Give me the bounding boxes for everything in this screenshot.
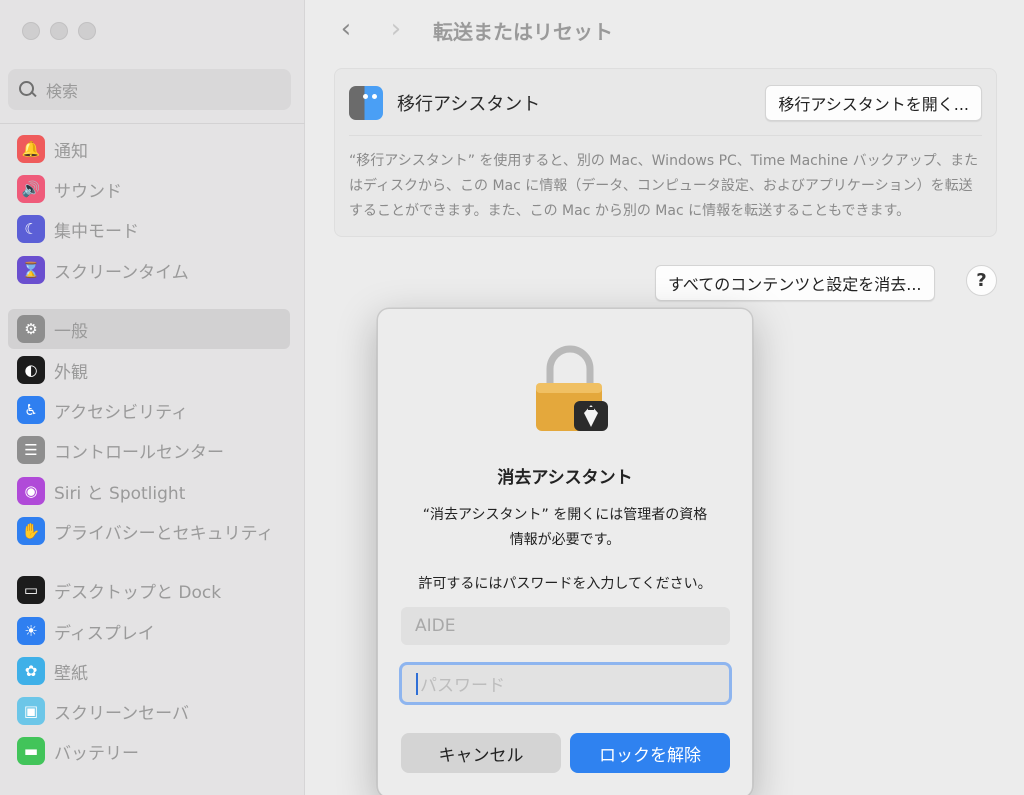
dock-icon: ▭ [17, 576, 45, 604]
sidebar-item-wallpaper[interactable]: ✿ 壁紙 [8, 651, 290, 691]
sidebar-item-privacy-security[interactable]: ✋ プライバシーとセキュリティ [8, 511, 290, 551]
sidebar-item-label: 集中モード [54, 221, 139, 242]
wallpaper-icon: ✿ [17, 657, 45, 685]
sidebar-item-label: 壁紙 [54, 663, 88, 684]
password-field[interactable]: パスワード [399, 662, 732, 705]
settings-window: 検索 🔔 通知 🔊 サウンド ☾ 集中モード ⌛ スクリーンタイム ⚙ 一般 ◐… [0, 0, 1024, 795]
sidebar-item-label: アクセシビリティ [54, 402, 189, 423]
sidebar-item-label: ディスプレイ [54, 623, 155, 644]
migration-header: 移行アシスタント 移行アシスタントを開く... [349, 83, 982, 123]
sidebar-item-label: コントロールセンター [54, 442, 224, 463]
hand-icon: ✋ [17, 517, 45, 545]
migration-title: 移行アシスタント [397, 94, 541, 115]
unlock-button[interactable]: ロックを解除 [570, 733, 730, 773]
window-controls [22, 22, 96, 40]
lock-icon [536, 345, 608, 431]
username-field[interactable]: AIDE [401, 607, 730, 645]
back-chevron-icon[interactable]: ‹ [336, 14, 356, 44]
search-icon [18, 80, 38, 100]
sidebar-item-battery[interactable]: ▬ バッテリー [8, 731, 290, 771]
sidebar-item-label: サウンド [54, 181, 122, 202]
sidebar-item-general[interactable]: ⚙ 一般 [8, 309, 290, 349]
card-divider [349, 135, 982, 136]
sidebar-item-label: プライバシーとセキュリティ [54, 523, 274, 544]
dialog-prompt: 許可するにはパスワードを入力してください。 [418, 576, 712, 592]
close-window-button[interactable] [22, 22, 40, 40]
sidebar-item-label: Siri と Spotlight [54, 483, 186, 504]
minimize-window-button[interactable] [50, 22, 68, 40]
speaker-icon: 🔊 [17, 175, 45, 203]
dialog-message-line: “消去アシスタント” を開くには管理者の資格 [422, 507, 708, 523]
auth-dialog: 消去アシスタント “消去アシスタント” を開くには管理者の資格 情報が必要です。… [377, 308, 753, 795]
sidebar-item-label: バッテリー [54, 743, 139, 764]
appearance-icon: ◐ [17, 356, 45, 384]
erase-all-content-button[interactable]: すべてのコンテンツと設定を消去... [655, 265, 935, 301]
accessibility-icon: ♿ [17, 396, 45, 424]
sidebar-item-siri-spotlight[interactable]: ◉ Siri と Spotlight [8, 471, 290, 511]
sidebar-item-screensaver[interactable]: ▣ スクリーンセーバ [8, 691, 290, 731]
dialog-title: 消去アシスタント [497, 468, 633, 488]
migration-assistant-card: 移行アシスタント 移行アシスタントを開く... “移行アシスタント” を使用する… [334, 68, 997, 237]
control-center-icon: ☰ [17, 436, 45, 464]
migration-assistant-icon [349, 86, 383, 120]
sidebar-item-label: 一般 [54, 321, 88, 342]
sidebar-item-label: 通知 [54, 141, 88, 162]
sidebar-item-accessibility[interactable]: ♿ アクセシビリティ [8, 390, 290, 430]
navigation-buttons: ‹ › [336, 14, 406, 44]
sidebar-item-control-center[interactable]: ☰ コントロールセンター [8, 430, 290, 470]
sidebar-item-label: スクリーンセーバ [54, 703, 189, 724]
help-button[interactable]: ? [966, 265, 997, 296]
sidebar-divider [0, 123, 305, 124]
battery-icon: ▬ [17, 737, 45, 765]
sidebar-item-appearance[interactable]: ◐ 外観 [8, 350, 290, 390]
gear-icon: ⚙ [17, 315, 45, 343]
cancel-button[interactable]: キャンセル [401, 733, 561, 773]
screensaver-icon: ▣ [17, 697, 45, 725]
hourglass-icon: ⌛ [17, 256, 45, 284]
text-caret [416, 672, 418, 695]
sidebar-item-sound[interactable]: 🔊 サウンド [8, 169, 290, 209]
moon-icon: ☾ [17, 215, 45, 243]
siri-icon: ◉ [17, 477, 45, 505]
bell-icon: 🔔 [17, 135, 45, 163]
open-migration-assistant-button[interactable]: 移行アシスタントを開く... [765, 85, 982, 121]
sidebar-item-label: 外観 [54, 362, 88, 383]
search-field[interactable]: 検索 [8, 69, 291, 110]
display-icon: ☀ [17, 617, 45, 645]
sidebar-item-label: デスクトップと Dock [54, 582, 222, 603]
migration-description: “移行アシスタント” を使用すると、別の Mac、Windows PC、Time… [349, 153, 979, 219]
sidebar-item-label: スクリーンタイム [54, 262, 189, 283]
sidebar-item-desktop-dock[interactable]: ▭ デスクトップと Dock [8, 570, 290, 610]
dialog-message-line: 情報が必要です。 [509, 532, 621, 548]
sidebar-item-displays[interactable]: ☀ ディスプレイ [8, 611, 290, 651]
page-title: 転送またはリセット [433, 20, 613, 44]
sidebar-item-screen-time[interactable]: ⌛ スクリーンタイム [8, 250, 290, 290]
sidebar-item-notifications[interactable]: 🔔 通知 [8, 129, 290, 169]
password-placeholder: パスワード [420, 676, 505, 696]
sidebar: 検索 🔔 通知 🔊 サウンド ☾ 集中モード ⌛ スクリーンタイム ⚙ 一般 ◐… [0, 0, 305, 795]
forward-chevron-icon[interactable]: › [386, 14, 406, 44]
zoom-window-button[interactable] [78, 22, 96, 40]
dialog-message: “消去アシスタント” を開くには管理者の資格 情報が必要です。 [408, 503, 722, 553]
search-placeholder: 検索 [46, 81, 79, 101]
sidebar-item-focus[interactable]: ☾ 集中モード [8, 209, 290, 249]
